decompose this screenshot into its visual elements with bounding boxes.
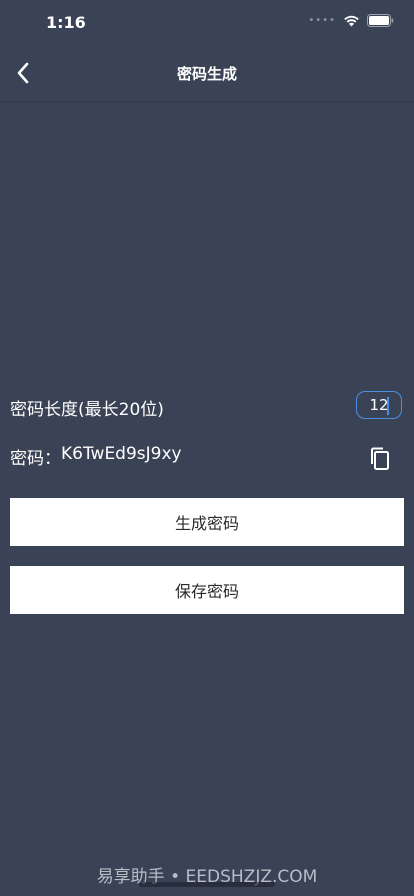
status-time: 1:16 bbox=[46, 13, 86, 32]
copy-icon bbox=[371, 447, 389, 470]
password-length-input[interactable] bbox=[356, 391, 402, 419]
navigation-bar: 密码生成 bbox=[0, 44, 414, 102]
status-icons: •••• bbox=[308, 14, 394, 27]
text-caret bbox=[387, 397, 389, 415]
password-label: 密码： bbox=[10, 449, 61, 469]
password-row: 密码： K6TwEd9sJ9xy bbox=[10, 444, 182, 469]
password-value: K6TwEd9sJ9xy bbox=[61, 444, 182, 464]
wifi-icon bbox=[344, 15, 359, 26]
password-length-label: 密码长度(最长20位) bbox=[10, 400, 164, 420]
home-indicator bbox=[139, 882, 275, 887]
battery-icon bbox=[367, 14, 394, 27]
status-bar: 1:16 •••• bbox=[0, 0, 414, 44]
signal-icon: •••• bbox=[308, 15, 336, 26]
page-title: 密码生成 bbox=[176, 65, 237, 83]
generate-password-button[interactable]: 生成密码 bbox=[10, 498, 404, 546]
copy-button[interactable] bbox=[368, 446, 392, 472]
save-password-button[interactable]: 保存密码 bbox=[10, 566, 404, 614]
